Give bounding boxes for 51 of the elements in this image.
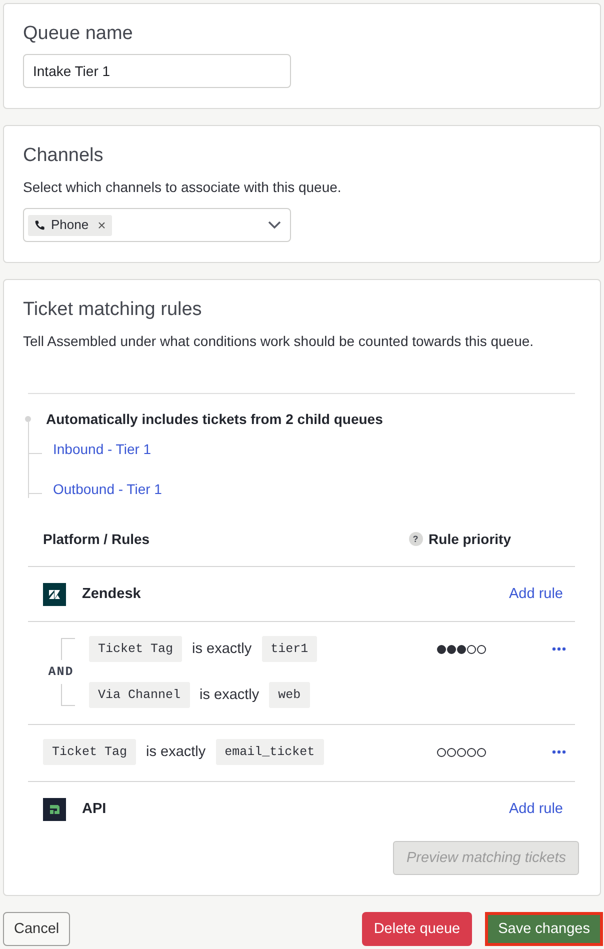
priority-dot-icon: [477, 644, 486, 654]
chevron-down-icon[interactable]: [268, 221, 281, 229]
add-rule-link[interactable]: Add rule: [508, 584, 563, 604]
priority-dot-icon: [457, 644, 466, 654]
section-description: Tell Assembled under what conditions work should be counted towards this queue.: [23, 332, 535, 351]
child-queue-link[interactable]: Outbound - Tier 1: [53, 479, 162, 499]
condition-field-tag: Ticket Tag: [43, 739, 136, 765]
save-button[interactable]: Save changes: [485, 912, 603, 946]
delete-button[interactable]: Delete queue: [362, 912, 472, 946]
condition-value-tag: tier1: [262, 636, 318, 662]
queue-name-input[interactable]: Intake Tier 1: [23, 54, 291, 88]
priority-dot-icon: [437, 644, 446, 654]
condition-operator-text: is exactly: [200, 686, 260, 705]
platform-name: Zendesk: [82, 586, 141, 602]
add-rule-link[interactable]: Add rule: [508, 799, 563, 819]
section-description: Select which channels to associate with this queue.: [23, 178, 342, 197]
condition-field-tag: Ticket Tag: [89, 636, 182, 662]
more-icon[interactable]: [552, 647, 566, 651]
tree-branch-line: [28, 429, 42, 469]
condition-operator-text: is exactly: [192, 640, 252, 659]
priority-dot-icon: [477, 748, 486, 756]
platform-logo-icon: [43, 582, 66, 606]
condition-value-tag: web: [269, 682, 310, 708]
condition-field-tag: Via Channel: [89, 682, 190, 708]
bracket-line: [61, 684, 75, 706]
phone-icon: [34, 220, 45, 230]
chip-label: Phone: [51, 217, 89, 233]
priority-dot-icon: [467, 748, 476, 756]
help-icon[interactable]: ?: [408, 532, 423, 546]
platform-logo-icon: [43, 798, 66, 820]
section-title: Queue name: [23, 23, 134, 45]
column-header: Rule priority: [428, 530, 511, 549]
condition-operator-text: is exactly: [146, 743, 206, 762]
platform-name: API: [82, 801, 106, 817]
remove-button[interactable]: ×: [98, 217, 106, 233]
more-icon[interactable]: [552, 750, 566, 754]
logic-operator-label: AND: [48, 666, 74, 678]
priority-dot-icon: [447, 644, 456, 654]
priority-dot-icon: [447, 748, 456, 756]
channel-select-field[interactable]: Phone ×: [23, 208, 291, 242]
condition-value-tag: email_ticket: [216, 739, 324, 765]
cancel-button[interactable]: Cancel: [3, 912, 70, 946]
bracket-line: [61, 638, 75, 660]
section-title: Ticket matching rules: [23, 299, 203, 321]
priority-dot-icon: [437, 748, 446, 756]
priority-dot-icon: [457, 748, 466, 756]
column-header: Platform / Rules: [43, 530, 150, 549]
child-queue-link[interactable]: Inbound - Tier 1: [53, 439, 152, 459]
priority-dot-icon: [467, 644, 476, 654]
section-title: Channels: [23, 145, 104, 167]
child-queues-heading: Automatically includes tickets from 2 child queues: [46, 410, 383, 429]
